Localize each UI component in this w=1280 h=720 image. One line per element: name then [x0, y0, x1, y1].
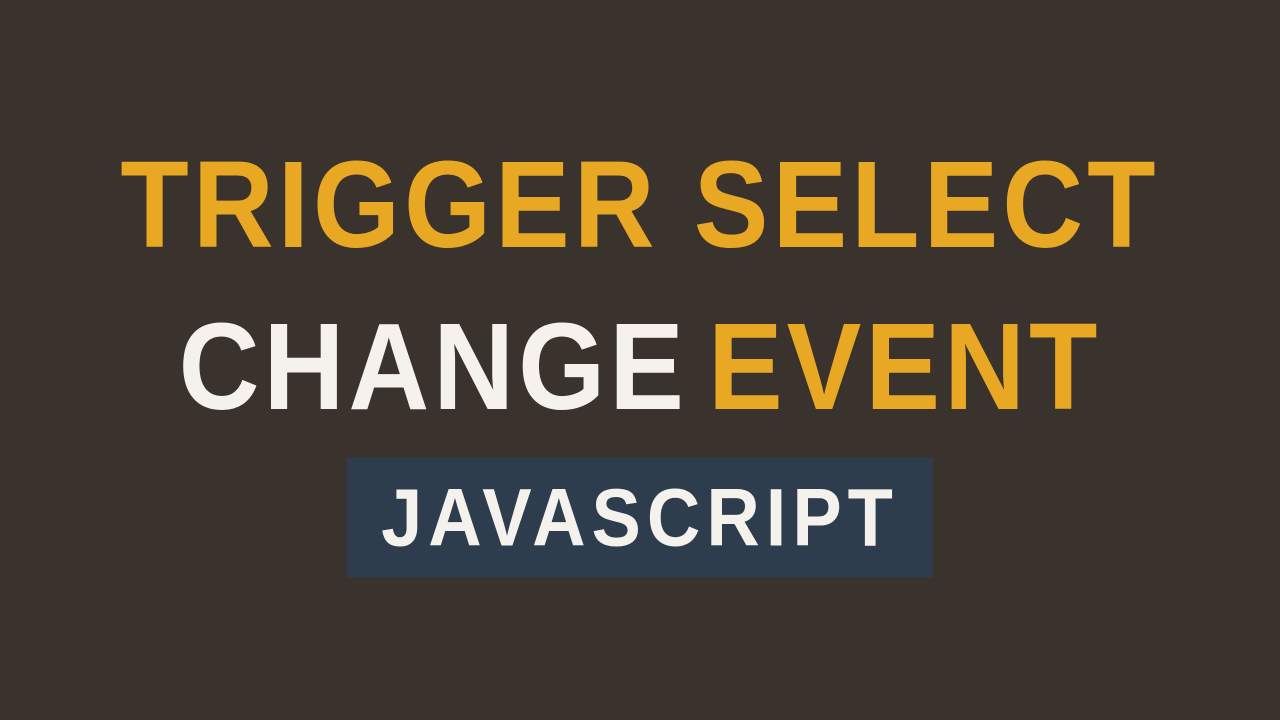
title-line-1: TRIGGER SELECT: [120, 143, 1159, 266]
title-word-change: CHANGE: [179, 297, 688, 435]
language-badge: JAVASCRIPT: [347, 457, 933, 577]
title-line-2: CHANGEEVENT: [179, 305, 1102, 428]
title-word-event: EVENT: [708, 297, 1101, 435]
